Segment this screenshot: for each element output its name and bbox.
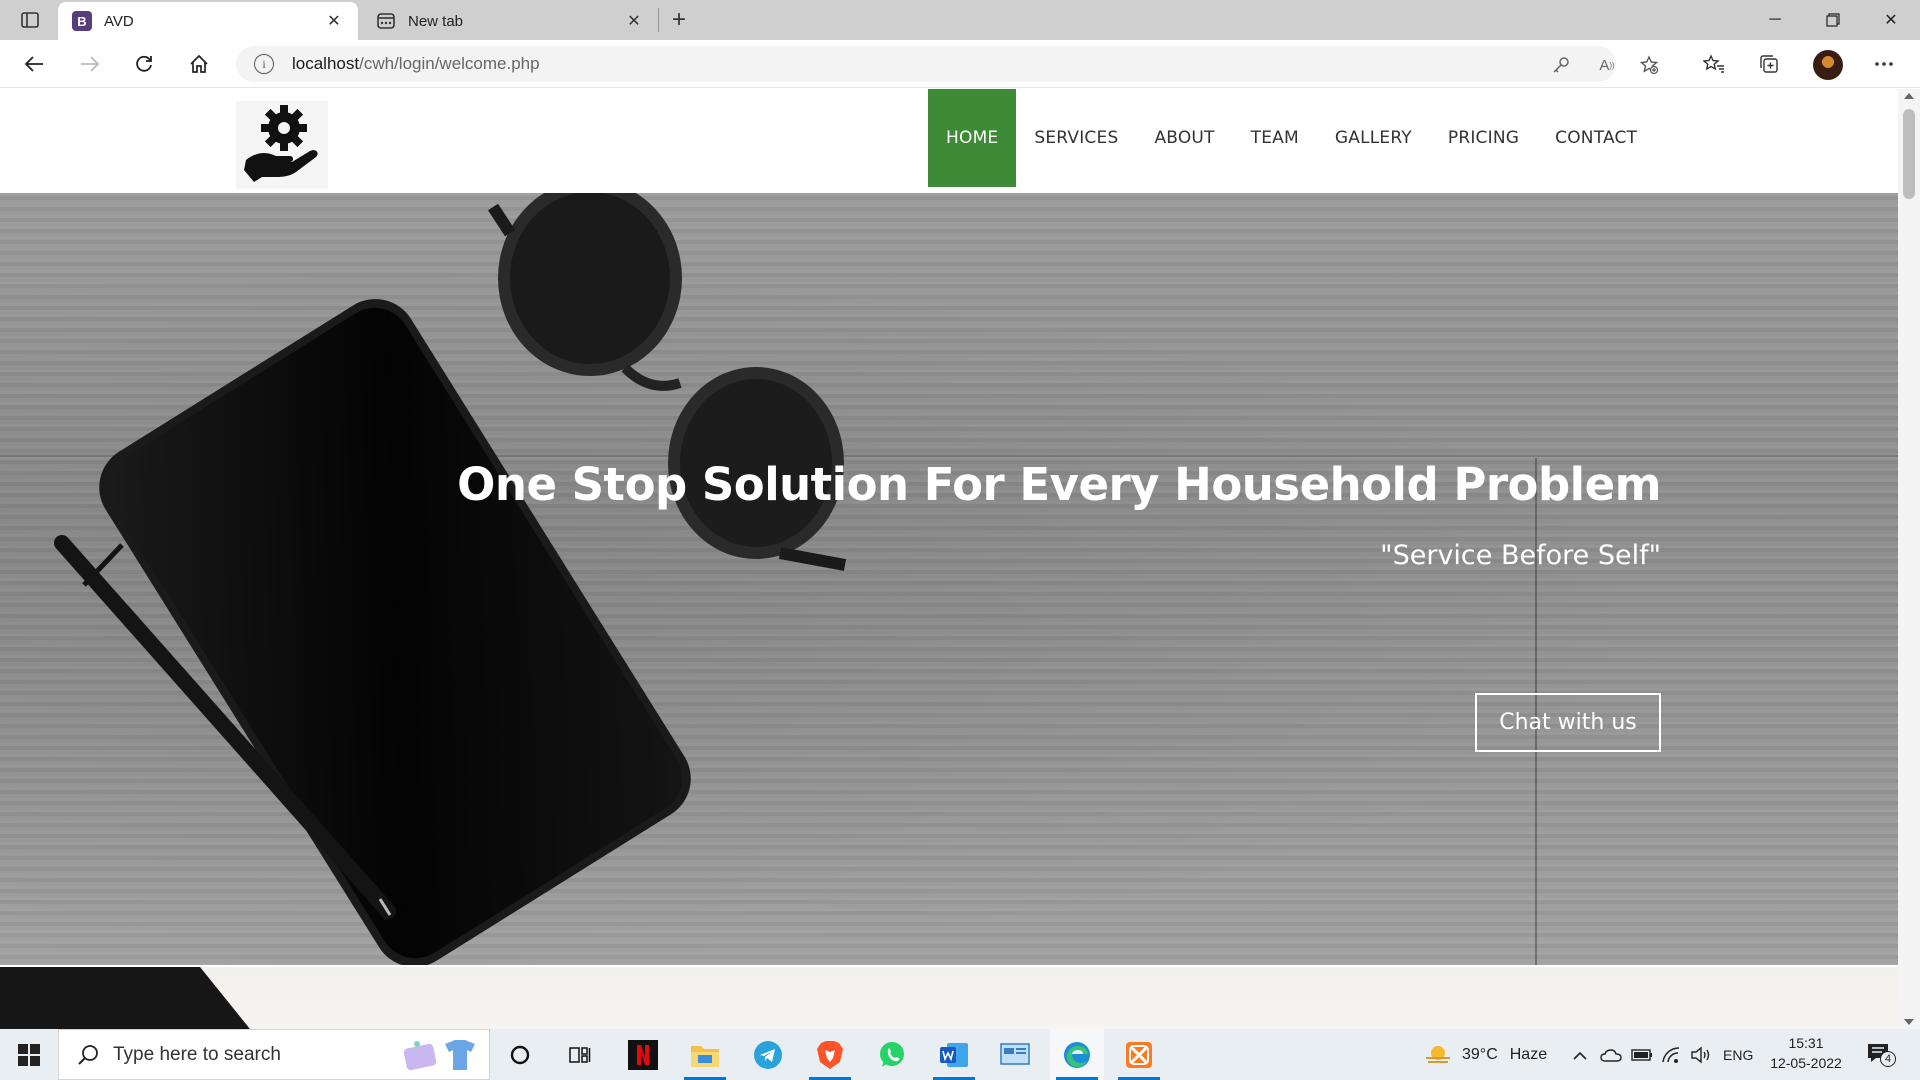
add-favorite-icon[interactable] — [1638, 54, 1660, 76]
edge-icon[interactable] — [1050, 1029, 1104, 1080]
taskbar-search-box[interactable]: Type here to search — [58, 1029, 490, 1080]
show-hidden-icons-icon[interactable] — [1572, 1029, 1588, 1080]
page-scrollbar[interactable] — [1898, 89, 1920, 1029]
nav-contact[interactable]: CONTACT — [1537, 89, 1655, 187]
weather-haze-icon — [1426, 1045, 1450, 1063]
nav-services[interactable]: SERVICES — [1016, 89, 1136, 187]
close-window-button[interactable]: ✕ — [1862, 0, 1920, 40]
nav-team[interactable]: TEAM — [1233, 89, 1317, 187]
hero-photo-objects — [54, 193, 847, 965]
hero-title: One Stop Solution For Every Household Pr… — [457, 458, 1661, 511]
close-tab-icon[interactable]: ✕ — [324, 11, 344, 31]
back-button[interactable] — [16, 48, 52, 80]
refresh-button[interactable] — [126, 48, 162, 80]
collections-button[interactable] — [1751, 48, 1787, 80]
tab-actions-icon[interactable] — [14, 8, 46, 32]
url-path: /cwh/login/welcome.php — [359, 54, 540, 73]
tab-strip: B AVD ✕ New tab ✕ + ─ ✕ — [0, 0, 1920, 40]
battery-icon[interactable] — [1631, 1029, 1653, 1080]
weather-temp: 39°C — [1462, 1045, 1498, 1063]
scroll-down-arrow-icon[interactable] — [1904, 1019, 1914, 1025]
password-key-icon[interactable] — [1550, 54, 1572, 76]
tab-title: AVD — [104, 12, 134, 30]
clock-date: 12-05-2022 — [1770, 1055, 1842, 1071]
weather-condition: Haze — [1509, 1045, 1548, 1063]
more-dots-icon — [1875, 62, 1893, 66]
forward-button[interactable] — [72, 48, 108, 80]
site-logo[interactable] — [236, 101, 328, 189]
section-image-fragment — [0, 967, 250, 1029]
address-url: localhost/cwh/login/welcome.php — [292, 54, 540, 74]
notification-center-icon[interactable]: 4 — [1866, 1041, 1896, 1069]
control-panel-icon[interactable] — [988, 1029, 1042, 1080]
home-button[interactable] — [181, 48, 217, 80]
site-info-icon[interactable]: i — [254, 54, 274, 74]
notification-count: 4 — [1880, 1051, 1896, 1067]
nav-about[interactable]: ABOUT — [1136, 89, 1232, 187]
tab-separator — [658, 8, 659, 32]
word-icon[interactable] — [927, 1029, 981, 1080]
taskbar-clock[interactable]: 15:31 12-05-2022 — [1760, 1033, 1852, 1073]
main-menu: HOME SERVICES ABOUT TEAM GALLERY PRICING… — [928, 89, 1655, 187]
site-navbar: HOME SERVICES ABOUT TEAM GALLERY PRICING… — [0, 89, 1898, 193]
file-explorer-icon[interactable] — [678, 1029, 732, 1080]
nav-gallery[interactable]: GALLERY — [1317, 89, 1430, 187]
start-button[interactable] — [0, 1029, 58, 1080]
windows-taskbar: Type here to search 39°C Haze ENG 15:31 … — [0, 1029, 1920, 1080]
settings-more-button[interactable] — [1866, 48, 1902, 80]
nav-pricing[interactable]: PRICING — [1430, 89, 1537, 187]
next-section-preview — [0, 967, 1898, 1029]
new-tab-favicon-icon — [376, 11, 396, 31]
cortana-icon[interactable] — [493, 1029, 547, 1080]
url-host: localhost — [292, 54, 360, 73]
hero-banner: One Stop Solution For Every Household Pr… — [0, 193, 1898, 965]
scroll-up-arrow-icon[interactable] — [1904, 93, 1914, 99]
address-bar[interactable]: i localhost/cwh/login/welcome.php A)) — [236, 46, 1659, 82]
profile-avatar[interactable] — [1813, 50, 1843, 80]
new-tab-button[interactable]: + — [664, 6, 694, 34]
nav-home[interactable]: HOME — [928, 89, 1017, 187]
whatsapp-icon[interactable] — [865, 1029, 919, 1080]
tab-new-tab[interactable]: New tab ✕ — [362, 2, 658, 40]
xampp-icon[interactable] — [1112, 1029, 1166, 1080]
refresh-icon — [136, 55, 152, 72]
tab-avd[interactable]: B AVD ✕ — [58, 2, 358, 40]
forward-arrow-icon — [81, 56, 100, 72]
restore-icon — [1826, 13, 1840, 27]
scrollbar-thumb[interactable] — [1903, 109, 1915, 199]
search-icon — [78, 1044, 98, 1065]
task-view-icon[interactable] — [553, 1029, 607, 1080]
windows-logo-icon — [18, 1043, 40, 1066]
input-language[interactable]: ENG — [1723, 1029, 1753, 1080]
chat-with-us-button[interactable]: Chat with us — [1475, 693, 1661, 752]
search-highlight-illustration-icon — [403, 1040, 475, 1071]
web-page: HOME SERVICES ABOUT TEAM GALLERY PRICING… — [0, 89, 1898, 1029]
bootstrap-favicon-icon: B — [72, 11, 92, 31]
search-placeholder: Type here to search — [113, 1043, 281, 1065]
brave-icon[interactable] — [803, 1029, 857, 1080]
smartphone-icon — [99, 299, 691, 965]
restore-button[interactable] — [1804, 0, 1862, 40]
minimize-button[interactable]: ─ — [1746, 0, 1804, 40]
onedrive-icon[interactable] — [1600, 1029, 1622, 1080]
collections-icon — [1760, 55, 1778, 73]
hero-subtitle: "Service Before Self" — [1380, 540, 1661, 571]
browser-toolbar: i localhost/cwh/login/welcome.php A)) — [0, 40, 1920, 88]
wifi-icon[interactable] — [1661, 1029, 1681, 1080]
tab-title: New tab — [408, 12, 464, 30]
clock-time: 15:31 — [1788, 1035, 1824, 1051]
netflix-icon[interactable] — [616, 1029, 670, 1080]
home-icon — [190, 54, 208, 73]
telegram-icon[interactable] — [741, 1029, 795, 1080]
close-tab-icon[interactable]: ✕ — [624, 11, 644, 31]
favorites-button[interactable] — [1696, 48, 1732, 80]
weather-widget[interactable]: 39°C Haze — [1424, 1029, 1547, 1080]
favorites-icon — [1703, 54, 1724, 73]
gear-hand-logo-icon — [244, 105, 318, 182]
volume-icon[interactable] — [1690, 1029, 1712, 1080]
read-aloud-icon[interactable]: A)) — [1596, 54, 1618, 76]
back-arrow-icon — [24, 56, 43, 72]
